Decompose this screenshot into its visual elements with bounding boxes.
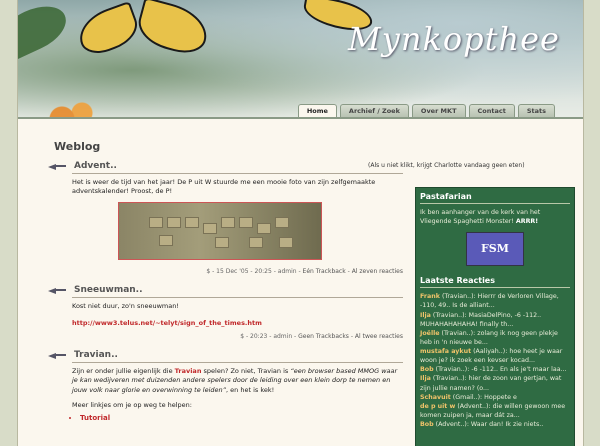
calendar-box xyxy=(159,234,173,246)
calendar-box xyxy=(275,216,289,228)
calendar-box xyxy=(215,236,229,248)
post-body: Zijn er onder jullie eigenlijk die Travi… xyxy=(72,367,403,411)
list-item: Ilja (Travian..): MasiaDelPino, -6 -112.… xyxy=(420,311,570,329)
post-arrow-icon xyxy=(48,285,66,295)
header-banner: Mynkopthee Home Archief / Zoek Over MKT … xyxy=(18,0,583,117)
post-text: Meer linkjes om je op weg te helpen: xyxy=(72,400,192,409)
divider xyxy=(420,287,570,289)
comments-link[interactable]: Al twee reacties xyxy=(355,333,403,340)
list-item: Bob (Travian..): -6 -112.. En als je't m… xyxy=(420,365,570,374)
list-item: Bob (Advent..): Waar dan! Ik zie niets.. xyxy=(420,420,570,429)
post-body: Kost niet duur, zo'n sneeuwman! http://w… xyxy=(72,302,403,329)
comment-author[interactable]: Bob xyxy=(420,366,434,373)
post-title[interactable]: Sneeuwman.. xyxy=(74,285,143,295)
post-title[interactable]: Advent.. xyxy=(74,161,117,171)
list-item: mustafa aykut (Aaliyah..): hoe heet je w… xyxy=(420,347,570,365)
link-list: Tutorial xyxy=(72,414,403,422)
comment-author[interactable]: Ilja xyxy=(420,312,431,319)
comment-text[interactable]: (Advent..): Waar dan! Ik zie niets.. xyxy=(434,421,544,428)
post-text: , en het is kek! xyxy=(226,385,275,394)
calendar-box xyxy=(279,236,293,248)
advent-calendar-photo[interactable] xyxy=(118,201,322,260)
comment-text[interactable]: (Travian..): hier de zoon van gertjan, w… xyxy=(420,375,561,391)
pastafarian-text: Ik ben aanhanger van de kerk van het Vli… xyxy=(416,208,574,226)
post-arrow-icon xyxy=(48,161,66,171)
fsm-label: FSM xyxy=(481,242,509,256)
comment-author[interactable]: Bob xyxy=(420,421,434,428)
calendar-box xyxy=(249,236,263,248)
calendar-box xyxy=(221,216,235,228)
comment-text[interactable]: (Travian..): -6 -112.. En als je't maar … xyxy=(434,366,567,373)
trackback-link[interactable]: Eén Trackback xyxy=(303,268,346,275)
tab-contact[interactable]: Contact xyxy=(468,104,515,117)
comment-author[interactable]: Joëlle xyxy=(420,330,440,337)
main-nav: Home Archief / Zoek Over MKT Contact Sta… xyxy=(297,104,555,117)
fsm-badge[interactable]: FSM xyxy=(466,232,524,267)
divider xyxy=(72,296,403,298)
recent-comments-list: Frank (Travian..): Hierrr de Verloren Vi… xyxy=(416,292,574,429)
divider xyxy=(72,361,403,363)
divider xyxy=(72,173,403,174)
list-item: Tutorial xyxy=(80,414,403,422)
post-sneeuwman: Sneeuwman.. Kost niet duur, zo'n sneeuwm… xyxy=(48,285,403,340)
main-content: Weblog Advent.. Het is weer de tijd van … xyxy=(48,140,403,422)
reacties-heading: Laatste Reacties xyxy=(420,276,495,286)
comment-author[interactable]: Schavuit xyxy=(420,394,451,401)
trackback-link[interactable]: Geen Trackbacks xyxy=(298,333,349,340)
list-item: Schavuit (Gmail..): Hoppete e xyxy=(420,393,570,402)
post-meta-info: $ - 20:23 - admin - xyxy=(240,332,299,340)
post-title[interactable]: Travian.. xyxy=(74,350,118,360)
calendar-box xyxy=(239,216,253,228)
comment-author[interactable]: mustafa aykut xyxy=(420,348,471,355)
post-meta: $ - 15 Dec '05 - 20:25 - admin - Eén Tra… xyxy=(206,267,403,275)
divider xyxy=(420,203,570,204)
list-item: de p uit w (Advent..): die willen gewoon… xyxy=(420,402,570,420)
list-item: Frank (Travian..): Hierrr de Verloren Vi… xyxy=(420,292,570,310)
comment-text[interactable]: (Travian..): MasiaDelPino, -6 -112.. MUH… xyxy=(420,312,541,328)
tab-home[interactable]: Home xyxy=(297,104,337,117)
sidebar: Pastafarian Ik ben aanhanger van de kerk… xyxy=(415,187,575,446)
comment-author[interactable]: de p uit w xyxy=(420,403,455,410)
post-meta: $ - 20:23 - admin - Geen Trackbacks - Al… xyxy=(240,332,403,340)
tab-archief-zoek[interactable]: Archief / Zoek xyxy=(339,104,409,117)
calendar-box xyxy=(185,216,199,228)
comment-text[interactable]: (Gmail..): Hoppete e xyxy=(451,394,517,401)
list-item: Ilja (Travian..): hier de zoon van gertj… xyxy=(420,374,570,392)
pastafarian-text-bold: ARRR! xyxy=(515,218,539,226)
post-meta-info: $ - 15 Dec '05 - 20:25 - admin - xyxy=(206,267,303,275)
post-arrow-icon xyxy=(48,350,66,360)
flowers-image xyxy=(38,95,118,117)
external-link[interactable]: http://www3.telus.net/~telyt/sign_of_the… xyxy=(72,319,403,328)
comment-text[interactable]: (Travian..): zolang ik nog geen plekje h… xyxy=(420,330,558,346)
post-travian: Travian.. Zijn er onder jullie eigenlijk… xyxy=(48,350,403,422)
page-title: Weblog xyxy=(54,140,101,153)
tab-over-mkt[interactable]: Over MKT xyxy=(411,104,466,117)
tutorial-link[interactable]: Tutorial xyxy=(80,414,110,422)
post-text: Kost niet duur, zo'n sneeuwman! xyxy=(72,301,179,310)
page: Mynkopthee Home Archief / Zoek Over MKT … xyxy=(17,0,584,446)
travian-link[interactable]: Travian xyxy=(175,367,202,375)
calendar-box xyxy=(167,216,181,228)
post-text: Zijn er onder jullie eigenlijk die xyxy=(72,366,175,375)
calendar-box xyxy=(257,222,271,234)
site-logo[interactable]: Mynkopthee xyxy=(348,20,560,58)
pastafarian-heading: Pastafarian xyxy=(420,192,472,201)
post-text: spelen? Zo niet, Travian is xyxy=(201,366,291,375)
nav-divider xyxy=(18,117,583,119)
comment-author[interactable]: Ilja xyxy=(420,375,431,382)
calendar-box xyxy=(203,222,217,234)
post-advent: Advent.. Het is weer de tijd van het jaa… xyxy=(48,161,403,275)
list-item: Joëlle (Travian..): zolang ik nog geen p… xyxy=(420,329,570,347)
comment-text[interactable]: (Travian..): Hierrr de Verloren Village,… xyxy=(420,293,559,309)
calendar-box xyxy=(149,216,163,228)
post-body: Het is weer de tijd van het jaar! De P u… xyxy=(72,178,376,196)
comments-link[interactable]: Al zeven reacties xyxy=(352,268,403,275)
tab-stats[interactable]: Stats xyxy=(517,104,555,117)
comment-author[interactable]: Frank xyxy=(420,293,440,300)
